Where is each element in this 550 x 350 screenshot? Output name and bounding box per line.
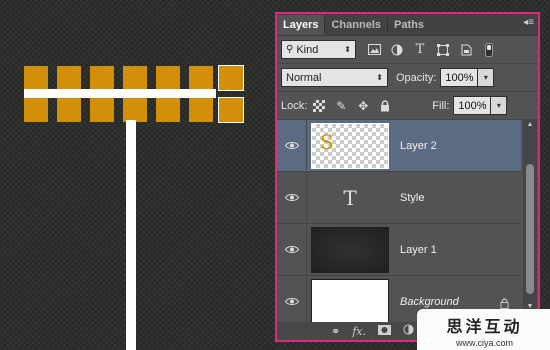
smart-object-filter-icon[interactable] xyxy=(459,43,473,56)
lock-all-icon[interactable] xyxy=(378,99,392,113)
link-layers-icon[interactable]: ⚭ xyxy=(331,325,340,338)
dropdown-arrows-icon: ⬍ xyxy=(344,45,351,54)
orange-square xyxy=(57,66,81,90)
tab-layers[interactable]: Layers xyxy=(277,15,325,35)
blend-mode-value: Normal xyxy=(286,71,322,84)
orange-square xyxy=(24,66,48,90)
orange-square xyxy=(90,98,114,122)
dropdown-arrows-icon: ⬍ xyxy=(376,73,383,82)
layers-panel: Layers Channels Paths ◂≡ ⚲ Kind ⬍ T Norm… xyxy=(275,12,540,342)
watermark-logo: 思洋互动 www.ciya.com xyxy=(417,309,550,350)
canvas-artwork xyxy=(0,0,275,350)
type-filter-icon[interactable]: T xyxy=(413,42,427,57)
layers-list: S Layer 2 T Style Layer 1 Background xyxy=(277,119,521,328)
orange-square xyxy=(189,66,213,90)
lock-row: Lock: ✎ ✥ Fill: 100% ▾ xyxy=(277,92,538,120)
lock-transparent-icon[interactable] xyxy=(312,99,326,113)
watermark-url: www.ciya.com xyxy=(455,338,513,348)
adjustment-layer-icon[interactable] xyxy=(403,324,414,338)
layer-name[interactable]: Layer 1 xyxy=(400,244,437,256)
layer-row-style[interactable]: T Style xyxy=(277,171,521,224)
orange-square xyxy=(156,98,180,122)
layer-name[interactable]: Layer 2 xyxy=(400,140,437,152)
visibility-eye-icon[interactable] xyxy=(277,275,307,328)
visibility-eye-icon[interactable] xyxy=(277,223,307,276)
layer-thumbnail xyxy=(311,226,389,273)
layer-name[interactable]: Background xyxy=(400,296,459,308)
layer-thumbnail xyxy=(311,278,389,325)
layers-scrollbar[interactable]: ▲ ▼ xyxy=(523,120,537,312)
layer-mask-icon[interactable] xyxy=(378,324,391,338)
lock-position-icon[interactable]: ✥ xyxy=(356,99,370,113)
image-filter-icon[interactable] xyxy=(367,43,381,56)
opacity-label: Opacity: xyxy=(396,71,437,84)
lock-label: Lock: xyxy=(281,99,308,112)
orange-square-selected xyxy=(218,97,244,123)
layer-row-layer-2[interactable]: S Layer 2 xyxy=(277,119,521,172)
orange-square-selected xyxy=(218,65,244,91)
orange-square xyxy=(123,66,147,90)
tab-paths[interactable]: Paths xyxy=(388,15,430,35)
blend-row: Normal ⬍ Opacity: 100% ▾ xyxy=(277,64,538,92)
layer-name[interactable]: Style xyxy=(400,192,424,204)
filter-row: ⚲ Kind ⬍ T xyxy=(277,36,538,64)
filter-kind-label: Kind xyxy=(296,43,319,56)
opacity-input[interactable]: 100% xyxy=(440,68,479,87)
search-icon: ⚲ xyxy=(286,44,294,55)
fill-arrow-icon[interactable]: ▾ xyxy=(491,96,508,115)
orange-square xyxy=(90,66,114,90)
visibility-eye-icon[interactable] xyxy=(277,171,307,224)
orange-square xyxy=(57,98,81,122)
layer-thumbnail-glyph: S xyxy=(320,129,334,154)
adjustment-filter-icon[interactable] xyxy=(390,43,404,56)
panel-tabs: Layers Channels Paths ◂≡ xyxy=(277,14,538,36)
shape-filter-icon[interactable] xyxy=(436,43,450,56)
type-layer-icon: T xyxy=(343,185,357,210)
orange-square xyxy=(189,98,213,122)
scrollbar-thumb[interactable] xyxy=(526,164,534,294)
layer-row-layer-1[interactable]: Layer 1 xyxy=(277,223,521,276)
blend-mode-dropdown[interactable]: Normal ⬍ xyxy=(281,68,388,87)
orange-square xyxy=(123,98,147,122)
scroll-up-icon[interactable]: ▲ xyxy=(523,120,537,130)
orange-square xyxy=(156,66,180,90)
filter-kind-dropdown[interactable]: ⚲ Kind ⬍ xyxy=(281,40,356,59)
layer-thumbnail: S xyxy=(311,122,389,169)
white-vertical-bar xyxy=(126,120,136,350)
fill-label: Fill: xyxy=(432,99,450,112)
fx-icon[interactable]: fx. xyxy=(352,325,366,338)
watermark-title: 思洋互动 xyxy=(446,317,523,336)
filter-toggle-icon[interactable] xyxy=(482,42,496,57)
white-horizontal-bar xyxy=(24,89,216,98)
tab-channels[interactable]: Channels xyxy=(325,15,387,35)
visibility-eye-icon[interactable] xyxy=(277,119,307,172)
panel-menu-icon[interactable]: ◂≡ xyxy=(523,17,534,28)
opacity-arrow-icon[interactable]: ▾ xyxy=(478,68,495,87)
lock-image-icon[interactable]: ✎ xyxy=(334,99,348,113)
orange-square xyxy=(24,98,48,122)
fill-input[interactable]: 100% xyxy=(453,96,492,115)
